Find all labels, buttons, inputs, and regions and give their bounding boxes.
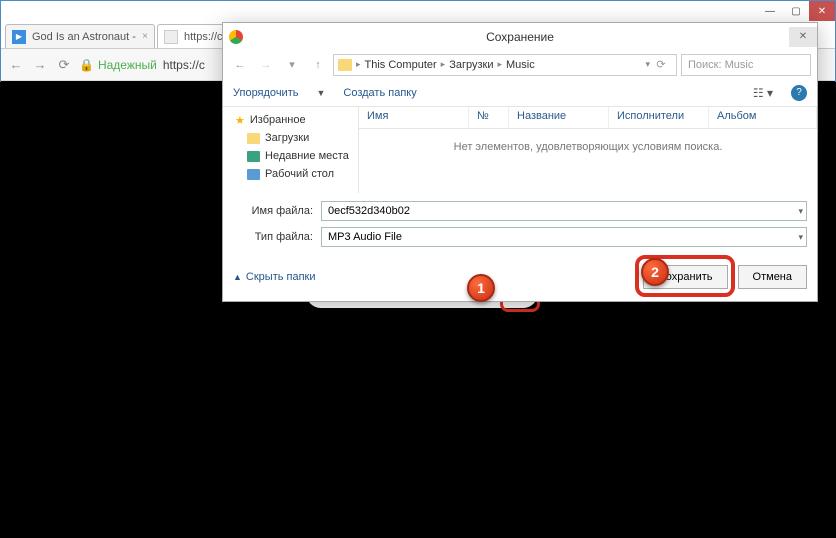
filename-label: Имя файла: bbox=[233, 205, 313, 217]
path-seg-downloads[interactable]: Загрузки bbox=[445, 59, 497, 71]
search-placeholder: Поиск: Music bbox=[688, 59, 753, 71]
filetype-label: Тип файла: bbox=[233, 231, 313, 243]
window-minimize-button[interactable]: ― bbox=[757, 1, 783, 21]
organize-button[interactable]: Упорядочить bbox=[233, 87, 298, 99]
hide-folders-button[interactable]: ▲ Скрыть папки bbox=[233, 271, 316, 283]
tree-recent[interactable]: Недавние места bbox=[229, 147, 352, 165]
recent-icon bbox=[247, 151, 260, 162]
tree-favorites-label: Избранное bbox=[250, 114, 306, 126]
filetype-select[interactable]: MP3 Audio File ▾ bbox=[321, 227, 807, 247]
tree-downloads[interactable]: Загрузки bbox=[229, 129, 352, 147]
save-dialog: Сохранение ✕ ← → ▾ ↑ ▸ This Computer ▸ З… bbox=[222, 22, 818, 302]
url-text[interactable]: https://c bbox=[163, 58, 205, 72]
security-indicator[interactable]: 🔒 Надежный bbox=[79, 58, 157, 72]
blank-favicon-icon bbox=[164, 30, 178, 44]
folder-icon bbox=[338, 59, 352, 71]
chevron-up-icon: ▲ bbox=[233, 272, 242, 282]
chevron-down-icon[interactable]: ▾ bbox=[798, 206, 803, 217]
desktop-icon bbox=[247, 169, 260, 180]
tab-1[interactable]: ▶ God Is an Astronaut - × bbox=[5, 24, 155, 48]
reload-button[interactable]: ⟳ bbox=[55, 57, 73, 73]
dialog-body: ★ Избранное Загрузки Недавние места Рабо… bbox=[223, 107, 817, 193]
filename-row: Имя файла: 0ecf532d340b02 ▾ bbox=[233, 201, 807, 221]
callout-1: 1 bbox=[467, 274, 495, 302]
col-title[interactable]: Название bbox=[509, 107, 609, 128]
file-listing: Имя № Название Исполнители Альбом Нет эл… bbox=[358, 107, 817, 193]
nav-up-button[interactable]: ▾ bbox=[281, 54, 303, 76]
search-input[interactable]: Поиск: Music bbox=[681, 54, 811, 76]
nav-up-folder-button[interactable]: ↑ bbox=[307, 54, 329, 76]
chrome-icon bbox=[229, 30, 243, 44]
chevron-down-icon[interactable]: ▼ bbox=[316, 88, 325, 98]
dialog-fields: Имя файла: 0ecf532d340b02 ▾ Тип файла: M… bbox=[223, 193, 817, 257]
view-options-button[interactable]: ☷ ▾ bbox=[753, 86, 773, 100]
dialog-footer: ▲ Скрыть папки Сохранить Отмена bbox=[223, 257, 817, 301]
tree-favorites[interactable]: ★ Избранное bbox=[229, 111, 352, 129]
window-close-button[interactable]: ✕ bbox=[809, 1, 835, 21]
close-tab-icon[interactable]: × bbox=[142, 31, 148, 42]
folder-icon bbox=[247, 133, 260, 144]
tree-desktop[interactable]: Рабочий стол bbox=[229, 165, 352, 183]
folder-tree: ★ Избранное Загрузки Недавние места Рабо… bbox=[223, 107, 358, 193]
hide-folders-label: Скрыть папки bbox=[246, 271, 316, 283]
column-headers: Имя № Название Исполнители Альбом bbox=[359, 107, 817, 129]
back-button[interactable]: ← bbox=[7, 57, 25, 72]
refresh-icon[interactable]: ⟳ bbox=[650, 54, 672, 76]
dialog-close-button[interactable]: ✕ bbox=[789, 27, 817, 47]
tree-desktop-label: Рабочий стол bbox=[265, 168, 334, 180]
star-icon: ★ bbox=[235, 114, 245, 127]
forward-button[interactable]: → bbox=[31, 57, 49, 72]
nav-back-button[interactable]: ← bbox=[229, 54, 251, 76]
chevron-down-icon[interactable]: ▾ bbox=[798, 232, 803, 243]
help-button[interactable]: ? bbox=[791, 85, 807, 101]
filetype-row: Тип файла: MP3 Audio File ▾ bbox=[233, 227, 807, 247]
lock-icon: 🔒 bbox=[79, 58, 94, 72]
tree-downloads-label: Загрузки bbox=[265, 132, 309, 144]
filetype-value: MP3 Audio File bbox=[328, 231, 402, 243]
path-seg-computer[interactable]: This Computer bbox=[361, 59, 441, 71]
play-icon: ▶ bbox=[12, 30, 26, 44]
filename-input[interactable]: 0ecf532d340b02 ▾ bbox=[321, 201, 807, 221]
cancel-button[interactable]: Отмена bbox=[738, 265, 807, 289]
filename-value: 0ecf532d340b02 bbox=[328, 205, 410, 217]
window-titlebar: ― ▢ ✕ bbox=[1, 1, 835, 21]
breadcrumb[interactable]: ▸ This Computer ▸ Загрузки ▸ Music ▾ ⟳ bbox=[333, 54, 677, 76]
dialog-toolbar: Упорядочить ▼ Создать папку ☷ ▾ ? bbox=[223, 79, 817, 107]
tab-1-title: God Is an Astronaut - bbox=[32, 31, 136, 43]
secure-label: Надежный bbox=[98, 58, 157, 72]
col-artist[interactable]: Исполнители bbox=[609, 107, 709, 128]
tree-recent-label: Недавние места bbox=[265, 150, 349, 162]
path-seg-music[interactable]: Music bbox=[502, 59, 539, 71]
dialog-titlebar: Сохранение ✕ bbox=[223, 23, 817, 51]
col-number[interactable]: № bbox=[469, 107, 509, 128]
dialog-title: Сохранение bbox=[486, 30, 554, 44]
window-maximize-button[interactable]: ▢ bbox=[783, 1, 809, 21]
dialog-nav: ← → ▾ ↑ ▸ This Computer ▸ Загрузки ▸ Mus… bbox=[223, 51, 817, 79]
empty-message: Нет элементов, удовлетворяющих условиям … bbox=[359, 129, 817, 165]
col-album[interactable]: Альбом bbox=[709, 107, 817, 128]
col-name[interactable]: Имя bbox=[359, 107, 469, 128]
new-folder-button[interactable]: Создать папку bbox=[343, 87, 416, 99]
nav-forward-button[interactable]: → bbox=[255, 54, 277, 76]
callout-2: 2 bbox=[641, 258, 669, 286]
